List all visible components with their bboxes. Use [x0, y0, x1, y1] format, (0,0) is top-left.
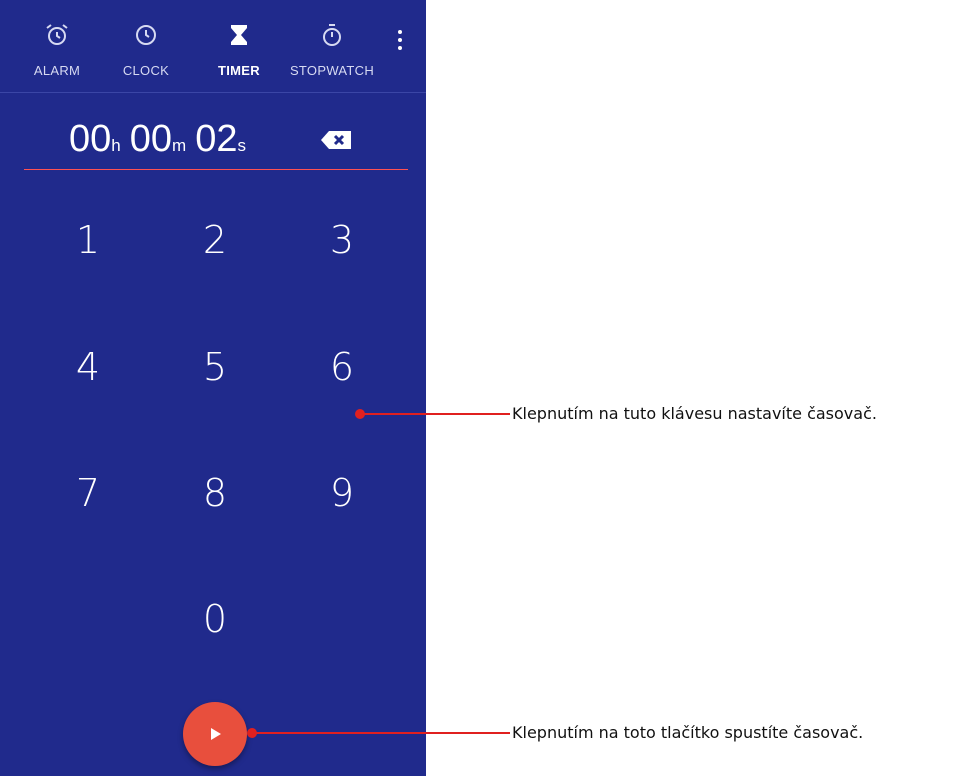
tab-clock-label: CLOCK — [122, 63, 170, 78]
key-6[interactable]: 6 — [297, 332, 387, 402]
hours-unit: h — [111, 136, 121, 155]
keypad-callout-text: Klepnutím na tuto klávesu nastavíte časo… — [512, 404, 877, 423]
play-icon — [211, 728, 221, 740]
key-0[interactable]: 0 — [170, 584, 260, 654]
timer-screen: ALARM CLOCK TIMER STOPWATCH 00h 00m 02s … — [0, 0, 426, 776]
minutes-unit: m — [172, 136, 187, 155]
start-callout-line — [254, 732, 510, 734]
tab-clock[interactable]: CLOCK — [98, 0, 194, 92]
tab-alarm-label: ALARM — [33, 63, 81, 78]
tab-timer-label: TIMER — [218, 63, 260, 78]
key-1[interactable]: 1 — [43, 205, 133, 275]
more-options-button[interactable] — [388, 24, 412, 56]
key-8[interactable]: 8 — [170, 458, 260, 528]
minutes-value: 00 — [129, 118, 173, 160]
time-display: 00h 00m 02s — [24, 112, 408, 170]
tab-alarm[interactable]: ALARM — [9, 0, 105, 92]
seconds-unit: s — [237, 136, 246, 155]
hours-value: 00 — [69, 118, 112, 160]
tab-timer[interactable]: TIMER — [191, 0, 287, 92]
alarm-clock-icon — [46, 24, 68, 45]
tab-stopwatch[interactable]: STOPWATCH — [284, 0, 380, 92]
tab-bar: ALARM CLOCK TIMER STOPWATCH — [0, 0, 426, 93]
start-callout-text: Klepnutím na toto tlačítko spustíte časo… — [512, 723, 864, 742]
clock-icon — [136, 25, 156, 45]
hourglass-icon — [231, 25, 247, 45]
tab-stopwatch-label: STOPWATCH — [289, 63, 375, 78]
backspace-icon[interactable] — [320, 128, 354, 152]
stopwatch-icon — [323, 24, 341, 46]
key-7[interactable]: 7 — [43, 458, 133, 528]
key-9[interactable]: 9 — [297, 458, 387, 528]
key-2[interactable]: 2 — [170, 205, 260, 275]
key-4[interactable]: 4 — [43, 332, 133, 402]
seconds-value: 02 — [195, 118, 238, 160]
start-timer-button[interactable] — [183, 702, 247, 766]
key-5[interactable]: 5 — [170, 332, 260, 402]
time-readout: 00h 00m 02s — [69, 118, 255, 161]
time-underline — [24, 169, 408, 170]
keypad-callout-line — [362, 413, 510, 415]
key-3[interactable]: 3 — [297, 205, 387, 275]
